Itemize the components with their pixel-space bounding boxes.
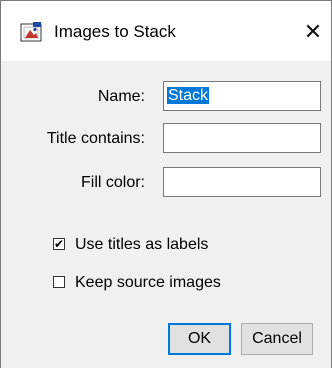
title-contains-input[interactable]: [163, 123, 321, 153]
use-titles-checkbox[interactable]: ✔: [53, 238, 65, 250]
title-bar: Images to Stack ✕: [1, 1, 331, 61]
fill-color-label: Fill color:: [80, 174, 145, 191]
name-input[interactable]: Stack: [163, 81, 321, 111]
images-to-stack-dialog: Images to Stack ✕ Name: Stack Title cont…: [0, 0, 332, 368]
close-button[interactable]: ✕: [297, 15, 329, 49]
title-contains-label: Title contains:: [46, 130, 145, 147]
fill-color-input[interactable]: [163, 167, 321, 197]
keep-source-checkbox[interactable]: [53, 276, 65, 288]
ok-button[interactable]: OK: [168, 323, 231, 355]
name-input-value: Stack: [167, 87, 210, 104]
name-label: Name:: [97, 88, 145, 105]
cancel-button[interactable]: Cancel: [241, 323, 313, 355]
keep-source-label: Keep source images: [75, 274, 221, 291]
use-titles-label: Use titles as labels: [75, 236, 209, 253]
imagej-app-icon: [20, 22, 42, 42]
window-title: Images to Stack: [54, 22, 176, 41]
